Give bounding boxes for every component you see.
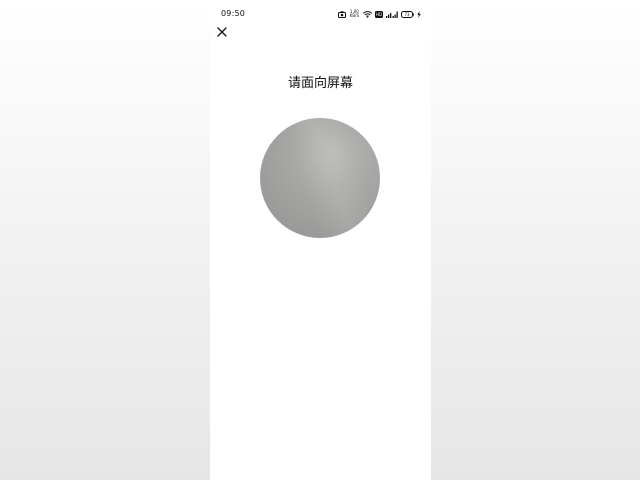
battery-icon: 73 xyxy=(401,10,414,18)
wifi-icon xyxy=(363,10,372,18)
status-time: 09:50 xyxy=(221,9,246,18)
charging-icon xyxy=(417,10,421,18)
volte-icon: HD xyxy=(375,10,383,18)
network-speed-unit: KB/S xyxy=(349,13,359,18)
camera-icon xyxy=(337,10,346,18)
network-speed-icon: 1.00 KB/S xyxy=(349,9,359,19)
signal-icon xyxy=(386,11,398,18)
app-screen: 09:50 1.00 KB/S HD 73 请面向屏幕 xyxy=(210,0,431,480)
camera-preview xyxy=(260,118,380,238)
status-bar: 09:50 1.00 KB/S HD 73 xyxy=(210,0,431,26)
close-button[interactable] xyxy=(215,25,229,39)
page-title: 请面向屏幕 xyxy=(287,76,353,91)
svg-text:HD: HD xyxy=(376,12,382,17)
close-icon xyxy=(217,27,227,37)
battery-level-text: 73 xyxy=(404,12,410,17)
status-icons: 1.00 KB/S HD 73 xyxy=(337,9,421,19)
